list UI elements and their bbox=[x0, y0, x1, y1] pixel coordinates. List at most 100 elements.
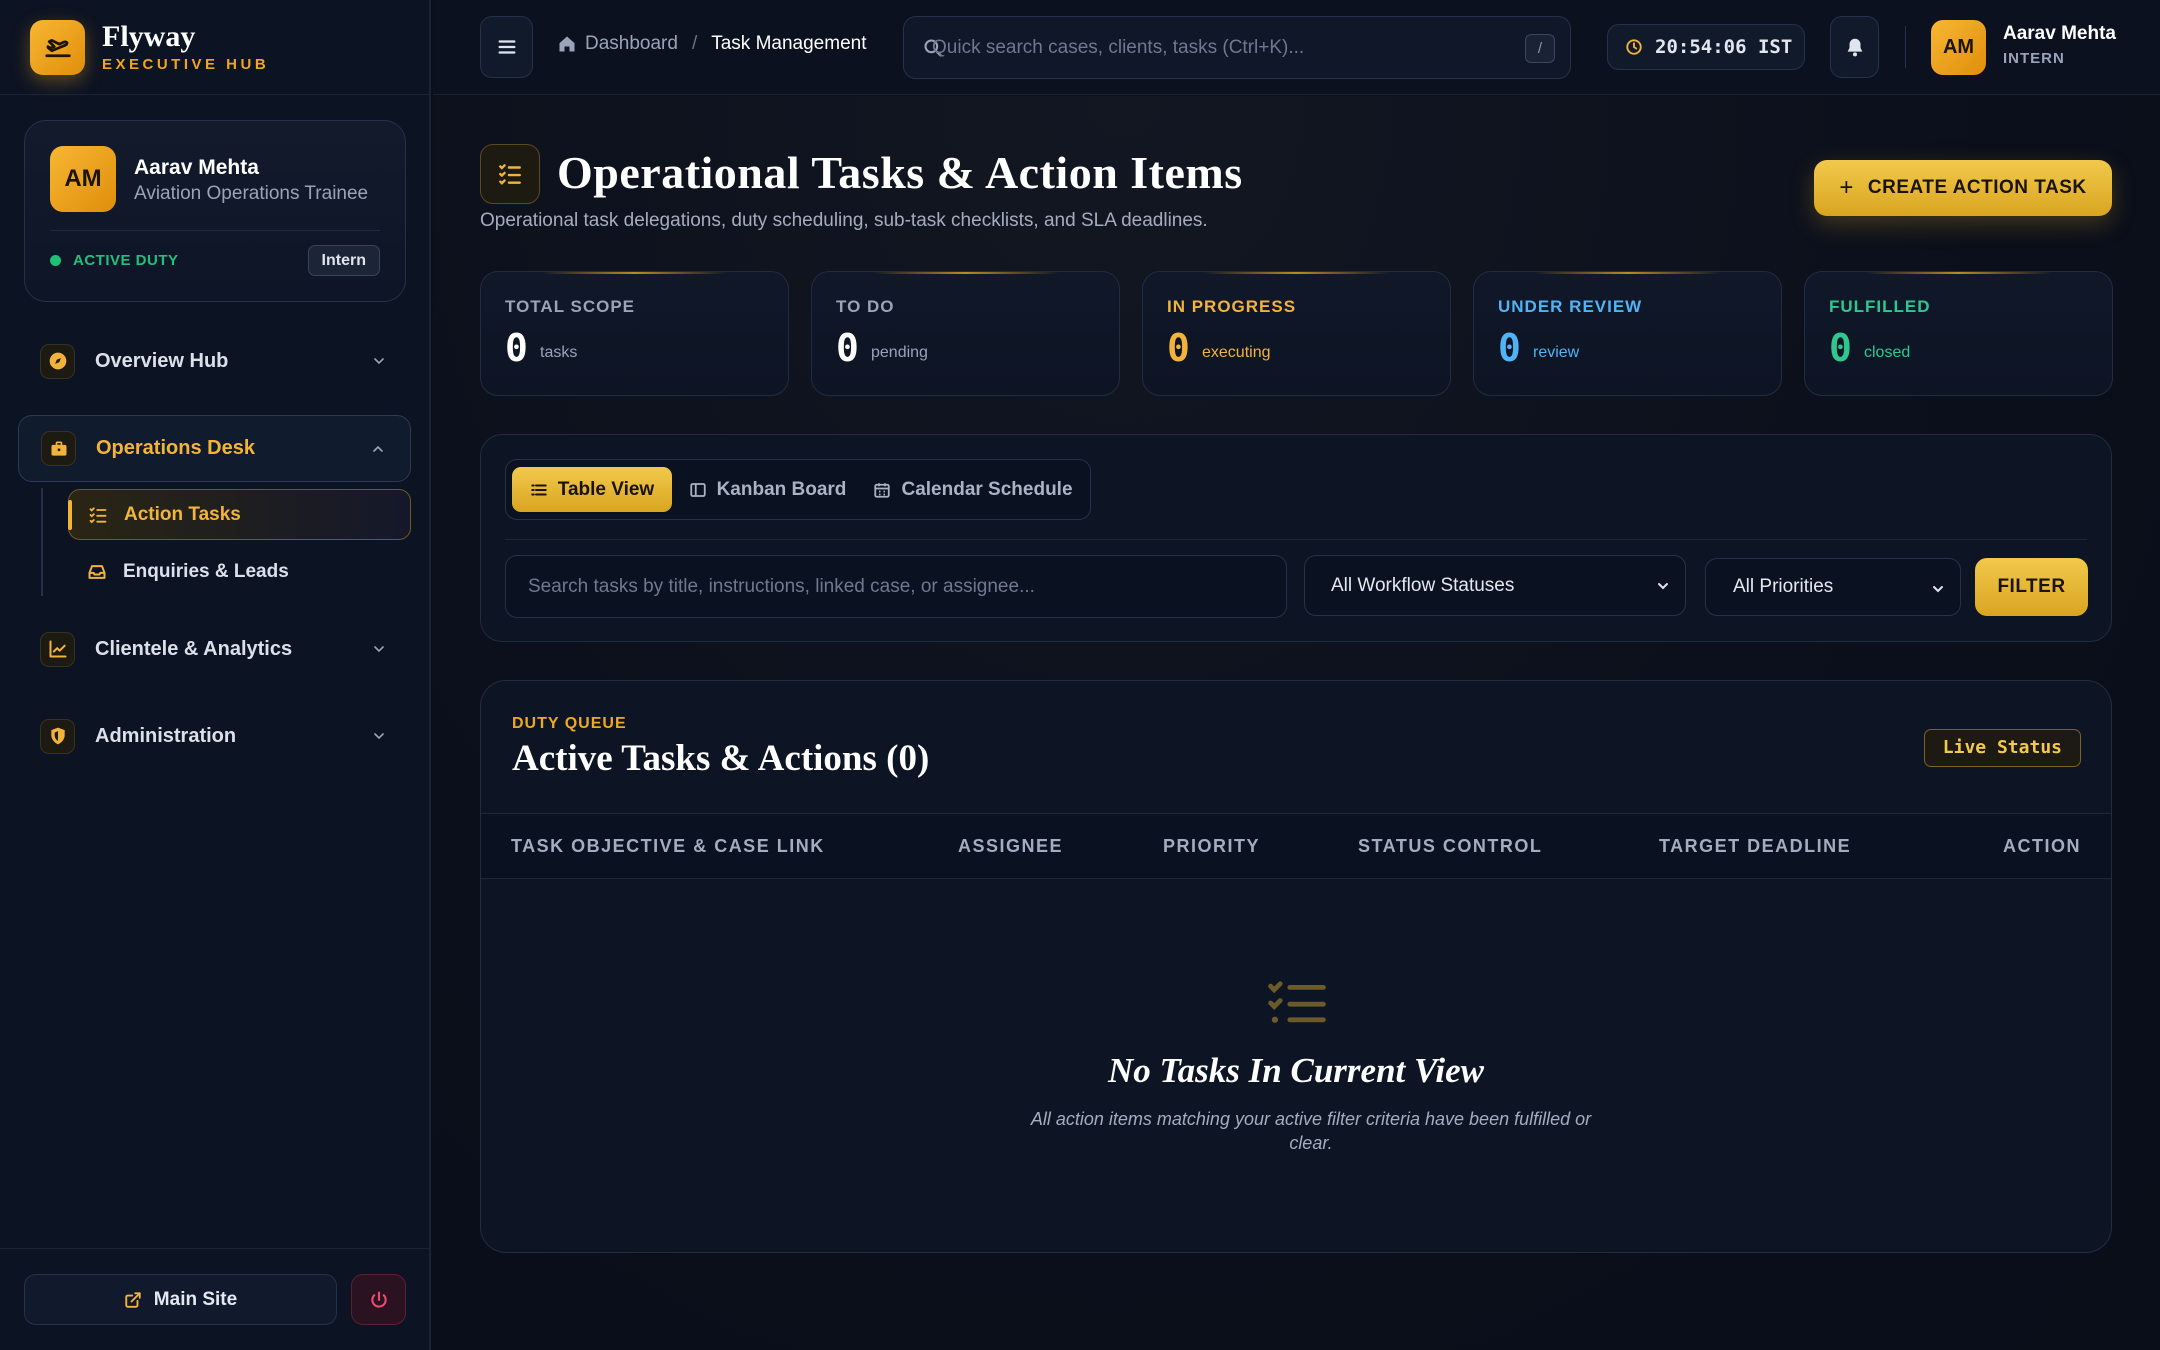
top-header: Dashboard / Task Management Quick search… bbox=[433, 0, 2160, 95]
tab-label: Kanban Board bbox=[716, 478, 847, 500]
column-header[interactable]: TASK OBJECTIVE & CASE LINK bbox=[511, 836, 825, 857]
queue-title: Active Tasks & Actions (0) bbox=[512, 738, 930, 779]
stat-unit: review bbox=[1533, 344, 1580, 361]
main-content: Operational Tasks & Action Items Operati… bbox=[433, 96, 2160, 1350]
tab-table-view[interactable]: Table View bbox=[512, 467, 672, 512]
submenu-line bbox=[41, 488, 43, 596]
filter-button[interactable]: FILTER bbox=[1975, 558, 2088, 616]
stat-label: UNDER REVIEW bbox=[1498, 297, 1643, 316]
sidebar-item-administration[interactable]: Administration bbox=[24, 706, 411, 766]
clock-time: 20:54:06 IST bbox=[1655, 36, 1793, 58]
main-site-label: Main Site bbox=[153, 1288, 238, 1310]
compass-icon bbox=[40, 343, 75, 379]
sidebar-item-action-tasks[interactable]: Action Tasks bbox=[68, 489, 411, 540]
external-link-icon bbox=[124, 1291, 142, 1309]
column-header[interactable]: TARGET DEADLINE bbox=[1659, 836, 1851, 857]
breadcrumb-separator: / bbox=[691, 33, 698, 54]
tab-label: Calendar Schedule bbox=[901, 478, 1073, 500]
column-header[interactable]: STATUS CONTROL bbox=[1358, 836, 1542, 857]
plus-icon: + bbox=[1839, 174, 1854, 201]
task-queue-card: DUTY QUEUE Active Tasks & Actions (0) Li… bbox=[480, 680, 2112, 1253]
stat-label: TOTAL SCOPE bbox=[505, 297, 636, 316]
stat-value: 0 bbox=[1829, 326, 1852, 370]
notifications-button[interactable] bbox=[1830, 16, 1879, 78]
clock-display: 20:54:06 IST bbox=[1607, 24, 1805, 70]
search-placeholder: Quick search cases, clients, tasks (Ctrl… bbox=[932, 37, 1305, 58]
stat-value: 0 bbox=[1167, 326, 1190, 370]
table-header: TASK OBJECTIVE & CASE LINK ASSIGNEE PRIO… bbox=[481, 813, 2111, 879]
status-label: ACTIVE DUTY bbox=[73, 252, 179, 269]
chevron-down-icon bbox=[371, 641, 387, 657]
user-name: Aarav Mehta bbox=[2003, 23, 2116, 44]
home-icon bbox=[557, 34, 577, 54]
queue-eyebrow: DUTY QUEUE bbox=[512, 715, 627, 732]
page-title: Operational Tasks & Action Items bbox=[557, 147, 1243, 198]
stat-card-in-progress: IN PROGRESS 0 executing bbox=[1142, 271, 1451, 396]
stat-card-total-scope: TOTAL SCOPE 0 tasks bbox=[480, 271, 789, 396]
column-header[interactable]: ASSIGNEE bbox=[958, 836, 1063, 857]
stat-label: FULFILLED bbox=[1829, 297, 1931, 316]
brand-name: Flyway bbox=[102, 20, 196, 53]
stat-card-under-review: UNDER REVIEW 0 review bbox=[1473, 271, 1782, 396]
sidebar-item-overview-hub[interactable]: Overview Hub bbox=[24, 331, 411, 391]
task-search-input[interactable]: Search tasks by title, instructions, lin… bbox=[505, 555, 1287, 618]
shield-icon bbox=[40, 718, 75, 754]
menu-toggle-button[interactable] bbox=[480, 16, 533, 78]
main-site-button[interactable]: Main Site bbox=[24, 1274, 337, 1325]
user-role: INTERN bbox=[2003, 50, 2065, 67]
page-subtitle: Operational task delegations, duty sched… bbox=[480, 210, 1208, 231]
brand[interactable]: Flyway EXECUTIVE HUB bbox=[0, 0, 429, 95]
sidebar-item-enquiries-leads[interactable]: Enquiries & Leads bbox=[68, 546, 411, 597]
chevron-down-icon bbox=[371, 728, 387, 744]
column-header[interactable]: PRIORITY bbox=[1163, 836, 1260, 857]
briefcase-icon bbox=[41, 431, 76, 466]
column-header[interactable]: ACTION bbox=[2003, 836, 2081, 857]
sidebar-item-label: Enquiries & Leads bbox=[123, 560, 289, 582]
user-avatar[interactable]: AM bbox=[1931, 20, 1986, 75]
breadcrumb-dashboard[interactable]: Dashboard bbox=[585, 33, 678, 55]
sidebar-item-label: Action Tasks bbox=[124, 503, 241, 525]
breadcrumb: Dashboard / Task Management bbox=[557, 33, 866, 55]
status-dot bbox=[50, 255, 61, 266]
live-status-badge: Live Status bbox=[1923, 729, 2081, 767]
status-filter-value: All Workflow Statuses bbox=[1331, 574, 1515, 596]
view-tabs: Table View Kanban Board Calendar Schedul… bbox=[505, 459, 1091, 520]
bell-icon bbox=[1844, 36, 1866, 58]
plane-icon bbox=[30, 19, 85, 75]
sidebar-item-label: Overview Hub bbox=[95, 349, 229, 372]
avatar: AM bbox=[50, 146, 116, 212]
stat-label: TO DO bbox=[836, 297, 895, 316]
sidebar-item-label: Clientele & Analytics bbox=[95, 637, 293, 660]
checklist-icon bbox=[480, 144, 540, 204]
task-search-placeholder: Search tasks by title, instructions, lin… bbox=[528, 576, 1035, 597]
sidebar-item-clientele-analytics[interactable]: Clientele & Analytics bbox=[24, 619, 411, 679]
tab-kanban-board[interactable]: Kanban Board bbox=[686, 467, 849, 512]
chevron-down-icon bbox=[371, 353, 387, 369]
empty-state-description: All action items matching your active fi… bbox=[1030, 1109, 1592, 1153]
priority-filter-value: All Priorities bbox=[1733, 576, 1834, 597]
hamburger-icon bbox=[496, 36, 518, 58]
logout-button[interactable] bbox=[351, 1274, 406, 1325]
stat-unit: pending bbox=[871, 344, 928, 361]
power-icon bbox=[369, 1290, 389, 1310]
checklist-icon bbox=[88, 505, 108, 525]
stat-value: 0 bbox=[505, 326, 528, 370]
status-filter-select[interactable]: All Workflow Statuses bbox=[1304, 555, 1686, 616]
create-button-label: CREATE ACTION TASK bbox=[1867, 177, 2087, 198]
priority-filter-select[interactable]: All Priorities bbox=[1705, 558, 1961, 616]
empty-state-title: No Tasks In Current View bbox=[1107, 1051, 1485, 1090]
create-action-task-button[interactable]: + CREATE ACTION TASK bbox=[1814, 160, 2112, 216]
divider bbox=[50, 230, 380, 231]
tab-label: Table View bbox=[557, 478, 655, 500]
list-icon bbox=[530, 481, 548, 499]
sidebar-item-operations-desk[interactable]: Operations Desk bbox=[18, 415, 411, 482]
breadcrumb-current: Task Management bbox=[711, 33, 867, 54]
profile-name: Aarav Mehta bbox=[134, 156, 259, 179]
filter-panel: Table View Kanban Board Calendar Schedul… bbox=[480, 434, 2112, 642]
tab-calendar-schedule[interactable]: Calendar Schedule bbox=[862, 467, 1084, 512]
sidebar-item-label: Operations Desk bbox=[96, 437, 255, 459]
global-search-input[interactable]: Quick search cases, clients, tasks (Ctrl… bbox=[903, 16, 1571, 79]
empty-checklist-icon bbox=[1268, 979, 1326, 1027]
calendar-icon bbox=[873, 481, 891, 499]
search-shortcut-key: / bbox=[1525, 34, 1555, 63]
